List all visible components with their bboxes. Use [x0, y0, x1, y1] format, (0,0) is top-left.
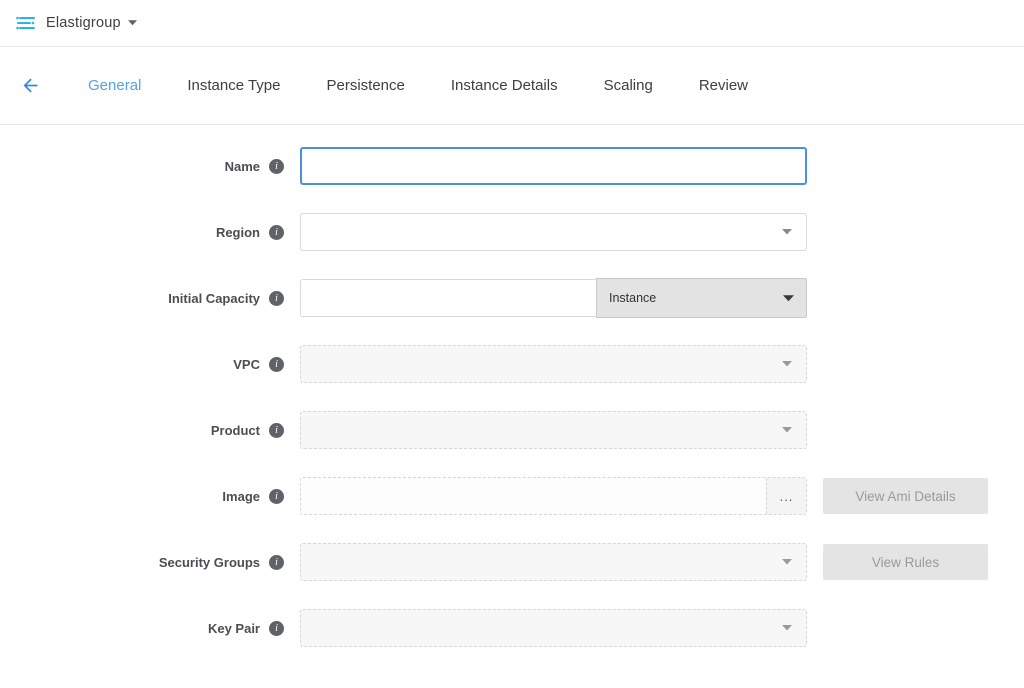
app-name: Elastigroup	[46, 15, 121, 31]
info-icon[interactable]: i	[269, 159, 284, 174]
form-row-region: Region i	[0, 213, 1024, 251]
info-icon[interactable]: i	[269, 555, 284, 570]
capacity-unit-value: Instance	[609, 291, 656, 305]
security-groups-select[interactable]	[300, 543, 807, 581]
view-rules-button[interactable]: View Rules	[823, 544, 988, 580]
wizard-tab-bar: General Instance Type Persistence Instan…	[0, 47, 1024, 125]
capacity-unit-select[interactable]: Instance	[596, 278, 807, 318]
image-value[interactable]	[301, 478, 766, 514]
tab-review[interactable]: Review	[699, 77, 748, 94]
form-row-vpc: VPC i	[0, 345, 1024, 383]
back-arrow-icon[interactable]	[18, 74, 42, 98]
info-icon[interactable]: i	[269, 621, 284, 636]
form-row-name: Name i	[0, 147, 1024, 185]
app-switcher-caret[interactable]	[128, 20, 137, 26]
tab-general[interactable]: General	[88, 77, 141, 94]
view-ami-details-button[interactable]: View Ami Details	[823, 478, 988, 514]
key-pair-label: Key Pair	[208, 621, 260, 636]
app-header: Elastigroup	[0, 0, 1024, 47]
product-select[interactable]	[300, 411, 807, 449]
image-field: ...	[300, 477, 807, 515]
tab-scaling[interactable]: Scaling	[604, 77, 653, 94]
tab-instance-details[interactable]: Instance Details	[451, 77, 558, 94]
region-select[interactable]	[300, 213, 807, 251]
image-label: Image	[222, 489, 260, 504]
form-row-security-groups: Security Groups i View Rules	[0, 543, 1024, 581]
vpc-select[interactable]	[300, 345, 807, 383]
general-form: Name i Region i Initial Capacity i	[0, 125, 1024, 647]
name-input[interactable]	[300, 147, 807, 185]
vpc-label: VPC	[233, 357, 260, 372]
chevron-down-icon	[783, 295, 794, 302]
chevron-down-icon	[782, 361, 792, 367]
key-pair-select[interactable]	[300, 609, 807, 647]
chevron-down-icon	[782, 229, 792, 235]
info-icon[interactable]: i	[269, 291, 284, 306]
tab-persistence[interactable]: Persistence	[327, 77, 405, 94]
security-groups-label: Security Groups	[159, 555, 260, 570]
wizard-tabs: General Instance Type Persistence Instan…	[88, 77, 794, 94]
elastigroup-logo-icon	[15, 14, 37, 32]
info-icon[interactable]: i	[269, 423, 284, 438]
form-row-image: Image i ... View Ami Details	[0, 477, 1024, 515]
chevron-down-icon	[782, 625, 792, 631]
form-row-product: Product i	[0, 411, 1024, 449]
image-browse-button[interactable]: ...	[766, 478, 806, 514]
tab-instance-type[interactable]: Instance Type	[187, 77, 280, 94]
form-row-key-pair: Key Pair i	[0, 609, 1024, 647]
chevron-down-icon	[782, 427, 792, 433]
initial-capacity-input[interactable]	[300, 279, 596, 317]
name-label: Name	[225, 159, 260, 174]
info-icon[interactable]: i	[269, 489, 284, 504]
form-row-initial-capacity: Initial Capacity i Instance	[0, 279, 1024, 317]
product-label: Product	[211, 423, 260, 438]
region-label: Region	[216, 225, 260, 240]
info-icon[interactable]: i	[269, 357, 284, 372]
info-icon[interactable]: i	[269, 225, 284, 240]
initial-capacity-label: Initial Capacity	[168, 291, 260, 306]
chevron-down-icon	[782, 559, 792, 565]
